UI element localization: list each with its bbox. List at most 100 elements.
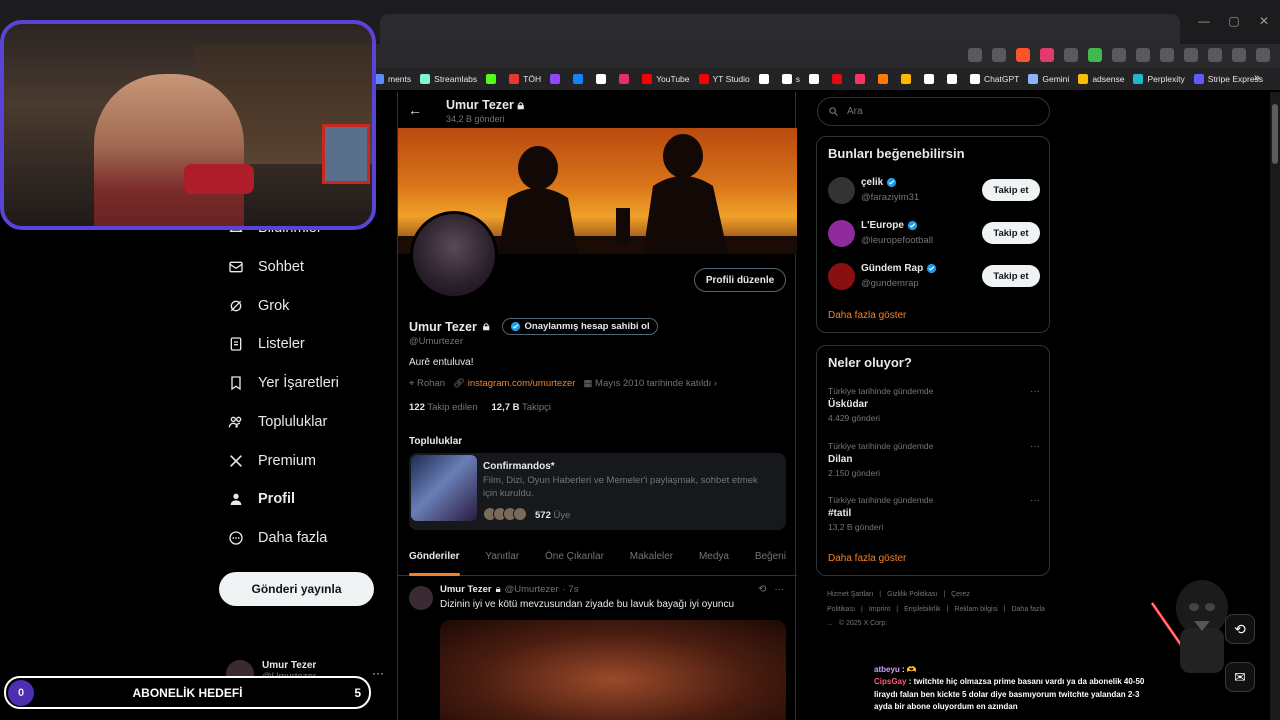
bookmark-item[interactable]: ChatGPT [969, 74, 1019, 84]
scroll-thumb[interactable] [1272, 104, 1278, 164]
nav-profile[interactable]: Profil [228, 491, 295, 507]
following-link[interactable]: 122 Takip edilen [409, 402, 478, 413]
bookmark-item[interactable]: TÖH [509, 74, 541, 84]
tweet-image[interactable] [440, 620, 786, 720]
extension-icon[interactable] [968, 48, 982, 62]
footer-link[interactable]: Erişilebilirlik [904, 606, 941, 613]
bookmark-item[interactable]: adsense [1078, 74, 1124, 84]
bookmark-item[interactable] [573, 74, 587, 84]
post-button[interactable]: Gönderi yayınla [219, 572, 374, 606]
nav-premium[interactable]: Premium [228, 453, 316, 469]
bookmark-item[interactable] [831, 74, 846, 84]
edit-profile-button[interactable]: Profili düzenle [694, 268, 786, 292]
footer-link[interactable]: Reklam bilgisi [954, 606, 997, 613]
tab-posts[interactable]: Gönderiler [409, 544, 460, 576]
extension-icon[interactable] [1064, 48, 1078, 62]
trend-item[interactable]: Türkiye tarihinde gündemde #tatil 13,2 B… [828, 495, 1040, 532]
bookmark-item[interactable] [619, 74, 633, 84]
footer-link[interactable]: © 2025 X Corp. [839, 620, 887, 627]
bookmark-item[interactable] [923, 74, 938, 84]
trend-item[interactable]: Türkiye tarihinde gündemde Dilan 2.150 g… [828, 441, 1040, 478]
extension-icon[interactable] [1112, 48, 1126, 62]
account-more-icon[interactable]: ··· [372, 666, 384, 680]
bookmark-item[interactable]: YouTube [642, 74, 690, 84]
nav-communities[interactable]: Topluluklar [228, 414, 327, 430]
follow-button[interactable]: Takip et [982, 265, 1040, 287]
website-link[interactable]: instagram.com/umurtezer [468, 378, 576, 389]
tweet-avatar[interactable] [409, 586, 433, 610]
show-more-link[interactable]: Daha fazla göster [828, 310, 906, 321]
follow-button[interactable]: Takip et [982, 222, 1040, 244]
x-logo-icon [230, 455, 242, 467]
sidebar-icon[interactable] [1160, 48, 1174, 62]
extension-icon[interactable] [1136, 48, 1150, 62]
bookmark-item[interactable] [946, 74, 961, 84]
footer-link[interactable]: Hizmet Şartları [827, 591, 873, 598]
suggestion-item[interactable]: çelik @faraziyim31 Takip et [828, 175, 1040, 207]
grok-float-icon[interactable]: ⟲ [1225, 614, 1255, 644]
suggestion-item[interactable]: Gündem Rap @gundemrap Takip et [828, 261, 1040, 293]
get-verified-button[interactable]: Onaylanmış hesap sahibi ol [501, 318, 658, 335]
community-card[interactable]: Confirmandos* Film, Dizi, Oyun Haberleri… [409, 453, 786, 530]
extension-icon[interactable] [1088, 48, 1102, 62]
bookmark-item[interactable]: Stripe Express [1193, 74, 1263, 84]
page-scrollbar[interactable] [1270, 92, 1280, 720]
trend-more-icon[interactable]: ··· [1030, 495, 1040, 506]
back-arrow-icon[interactable]: ← [408, 102, 422, 118]
close-icon[interactable]: ✕ [1250, 14, 1278, 28]
bookmark-item[interactable] [854, 74, 869, 84]
extension-icon[interactable] [992, 48, 1006, 62]
tweet-more-icon[interactable]: ··· [774, 584, 784, 595]
tab-highlights[interactable]: Öne Çıkanlar [545, 544, 604, 575]
bookmark-item[interactable]: Perplexity [1133, 74, 1185, 84]
bookmark-item[interactable]: ments [374, 74, 411, 84]
browser-tab-strip[interactable] [380, 14, 1180, 44]
nav-more[interactable]: Daha fazla [228, 530, 327, 546]
bookmark-item[interactable] [596, 74, 610, 84]
brave-rewards-icon[interactable] [1040, 48, 1054, 62]
bookmark-item[interactable] [877, 74, 892, 84]
chevron-right-icon[interactable]: › [714, 378, 717, 389]
bookmark-item[interactable]: s [781, 74, 800, 84]
menu-icon[interactable] [1256, 48, 1270, 62]
trend-item[interactable]: Türkiye tarihinde gündemde Üsküdar 4.429… [828, 386, 1040, 423]
profile-avatar[interactable] [410, 211, 498, 299]
bookmark-item[interactable] [758, 74, 773, 84]
bookmark-item[interactable] [486, 74, 500, 84]
bookmark-item[interactable] [808, 74, 823, 84]
bookmarks-overflow-icon[interactable]: » [1254, 72, 1260, 84]
trend-more-icon[interactable]: ··· [1030, 386, 1040, 397]
brave-shield-icon[interactable] [1016, 48, 1030, 62]
search-input[interactable]: Ara [817, 97, 1050, 126]
maximize-icon[interactable]: ▢ [1220, 14, 1248, 28]
tab-replies[interactable]: Yanıtlar [485, 544, 519, 575]
bookmark-item[interactable] [550, 74, 564, 84]
bookmark-label: YouTube [656, 74, 690, 84]
nav-chat[interactable]: Sohbet [228, 259, 304, 275]
follow-button[interactable]: Takip et [982, 179, 1040, 201]
footer-link[interactable]: Imprint [869, 606, 890, 613]
vpn-icon[interactable] [1232, 48, 1246, 62]
bookmark-item[interactable]: Gemini [1028, 74, 1069, 84]
trends-show-more-link[interactable]: Daha fazla göster [828, 553, 906, 564]
footer-link[interactable]: Gizlilik Politikası [887, 591, 937, 598]
bookmark-item[interactable]: YT Studio [698, 74, 750, 84]
tab-likes[interactable]: Beğeni [755, 544, 786, 575]
minimize-icon[interactable]: — [1190, 14, 1218, 28]
wallet-icon[interactable] [1184, 48, 1198, 62]
tab-media[interactable]: Medya [699, 544, 729, 575]
nav-grok[interactable]: Grok [228, 298, 289, 314]
nav-bookmarks[interactable]: Yer İşaretleri [228, 375, 339, 391]
bookmark-item[interactable]: Streamlabs [420, 74, 477, 84]
followers-link[interactable]: 12,7 B Takipçi [492, 402, 552, 413]
messages-float-icon[interactable]: ✉ [1225, 662, 1255, 692]
tweet-time[interactable]: · 7s [563, 584, 579, 595]
bookmark-item[interactable] [900, 74, 915, 84]
nav-lists[interactable]: Listeler [228, 336, 305, 352]
grok-icon[interactable]: ⟲ [758, 584, 766, 595]
trend-more-icon[interactable]: ··· [1030, 441, 1040, 452]
suggestion-item[interactable]: L'Europe @leuropefootball Takip et [828, 218, 1040, 250]
tweet-author[interactable]: Umur Tezer [440, 584, 492, 595]
ai-icon[interactable] [1208, 48, 1222, 62]
tab-articles[interactable]: Makaleler [630, 544, 673, 575]
